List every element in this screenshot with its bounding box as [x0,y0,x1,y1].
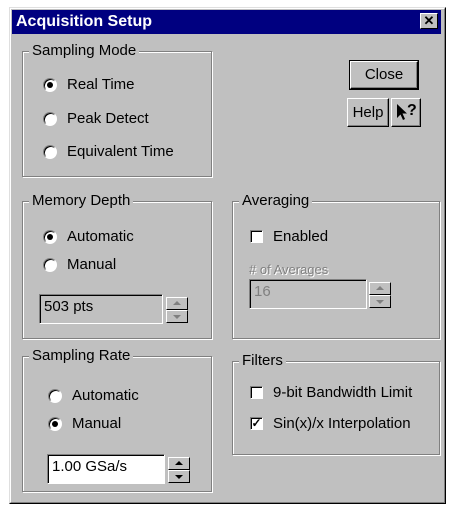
radio-rate-automatic[interactable]: Automatic [48,387,139,404]
radio-icon [43,144,57,159]
radio-label: Peak Detect [67,110,149,127]
radio-label: Manual [72,415,122,432]
checkbox-label: Sin(x)/x Interpolation [273,415,411,432]
radio-selected-icon [48,416,62,431]
radio-icon [48,388,62,403]
averaging-group: Averaging Enabled # of Averages 16 [232,193,440,339]
averaging-enabled-checkbox[interactable]: Enabled [250,228,328,245]
filters-label: Filters [239,353,286,369]
radio-icon [43,111,57,126]
spin-up-button[interactable] [166,297,188,310]
sinx-interpolation-checkbox[interactable]: ✓ Sin(x)/x Interpolation [250,415,411,432]
sampling-rate-field[interactable]: 1.00 GSa/s [47,454,165,484]
radio-selected-icon [43,77,57,92]
up-arrow-icon [173,301,181,305]
up-arrow-icon [376,286,384,290]
sampling-rate-spinner[interactable] [168,457,190,483]
context-help-button[interactable]: ? [391,98,421,127]
radio-peak-detect[interactable]: Peak Detect [43,110,149,127]
memory-depth-group: Memory Depth Automatic Manual 503 pts [22,193,212,339]
window-title: Acquisition Setup [16,13,152,30]
sampling-rate-label: Sampling Rate [29,348,134,364]
checkbox-icon [250,230,263,243]
spin-down-button[interactable] [369,295,391,308]
down-arrow-icon [175,475,183,479]
checkbox-label: Enabled [273,228,329,245]
memory-depth-field[interactable]: 503 pts [39,294,163,324]
radio-icon [43,257,57,272]
radio-memory-manual[interactable]: Manual [43,256,116,273]
checkbox-icon [250,386,263,399]
radio-label: Automatic [67,228,134,245]
down-arrow-icon [173,315,181,319]
help-button[interactable]: Help [347,98,389,127]
up-arrow-icon [175,461,183,465]
filters-group: Filters 9-bit Bandwidth Limit ✓ Sin(x)/x… [232,353,440,455]
radio-label: Automatic [72,387,139,404]
averages-count-label: # of Averages [249,262,329,277]
averaging-label: Averaging [239,193,313,209]
checkbox-label: 9-bit Bandwidth Limit [273,384,413,401]
bandwidth-limit-checkbox[interactable]: 9-bit Bandwidth Limit [250,384,412,401]
spin-down-button[interactable] [168,470,190,483]
title-bar[interactable]: Acquisition Setup ✕ [12,10,441,34]
question-glyph: ? [407,102,417,119]
memory-depth-label: Memory Depth [29,193,134,209]
radio-memory-automatic[interactable]: Automatic [43,228,134,245]
spin-up-button[interactable] [369,282,391,295]
averages-spinner[interactable] [369,282,391,308]
check-mark-icon: ✓ [250,416,263,430]
sampling-mode-group: Sampling Mode Real Time Peak Detect Equi… [22,43,212,177]
radio-label: Manual [67,256,117,273]
sampling-rate-group: Sampling Rate Automatic Manual 1.00 GSa/… [22,348,212,492]
down-arrow-icon [376,300,384,304]
memory-depth-spinner[interactable] [166,297,188,323]
radio-selected-icon [43,229,57,244]
spin-up-button[interactable] [168,457,190,470]
acquisition-setup-dialog: Acquisition Setup ✕ Sampling Mode Real T… [9,7,446,504]
spin-down-button[interactable] [166,310,188,323]
radio-label: Real Time [67,76,135,93]
close-icon[interactable]: ✕ [420,13,438,29]
radio-label: Equivalent Time [67,143,174,160]
sampling-mode-label: Sampling Mode [29,43,140,59]
radio-rate-manual[interactable]: Manual [48,415,121,432]
close-button[interactable]: Close [349,60,419,90]
averages-count-field[interactable]: 16 [249,279,367,309]
radio-real-time[interactable]: Real Time [43,76,135,93]
radio-equivalent-time[interactable]: Equivalent Time [43,143,174,160]
